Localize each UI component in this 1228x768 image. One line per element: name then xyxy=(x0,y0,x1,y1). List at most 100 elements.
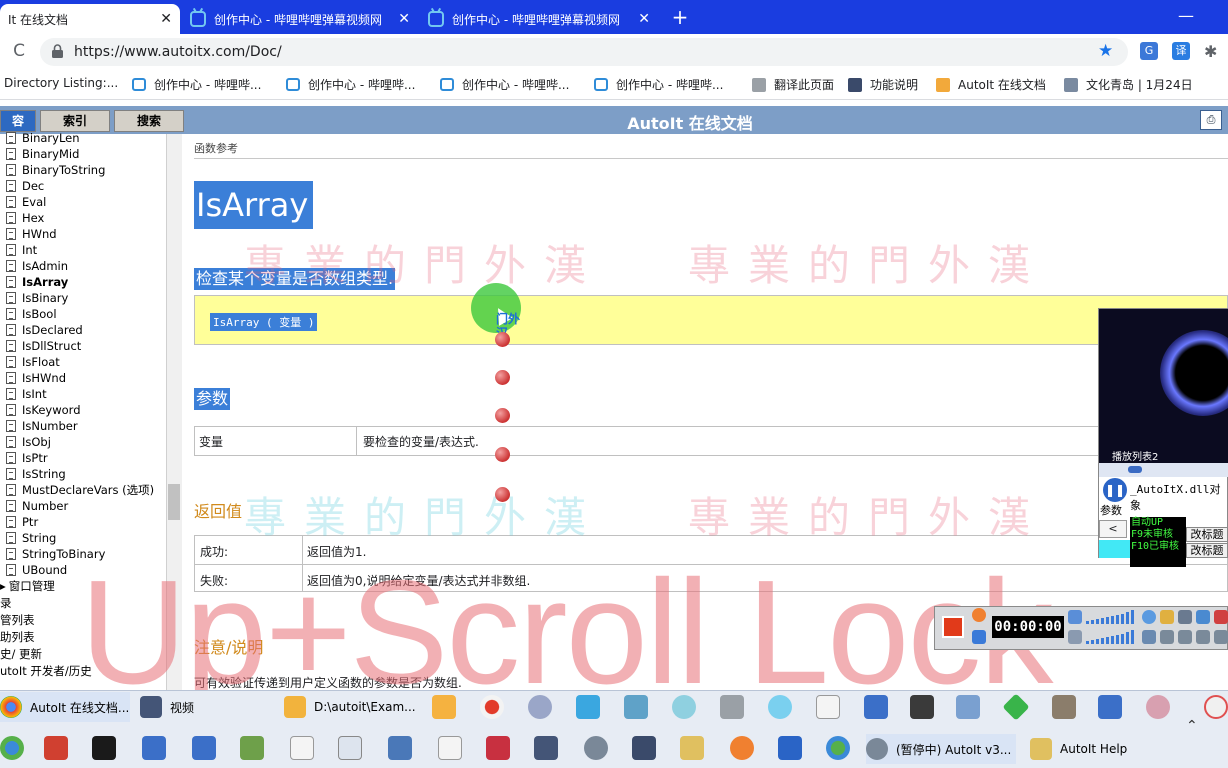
taskbar-item-chrome[interactable]: AutoIt 在线文档... xyxy=(0,692,130,722)
tree-item[interactable]: IsKeyword xyxy=(6,402,81,418)
monitor-icon[interactable] xyxy=(632,736,656,760)
tree-folder[interactable]: 助列表 xyxy=(0,629,35,645)
rename-title-button[interactable]: 改标题 xyxy=(1186,527,1228,542)
tree-item[interactable]: Eval xyxy=(6,194,46,210)
tree-item[interactable]: IsNumber xyxy=(6,418,78,434)
tree-item[interactable]: IsDllStruct xyxy=(6,338,81,354)
document-icon[interactable] xyxy=(438,736,462,760)
chevron-up-icon[interactable]: ⌃ xyxy=(1186,718,1198,734)
autoit-icon[interactable] xyxy=(432,695,456,719)
bookmark-directory-listing[interactable]: Directory Listing:... xyxy=(4,76,118,90)
tree-item[interactable]: BinaryMid xyxy=(6,146,79,162)
tree-item[interactable]: IsPtr xyxy=(6,450,48,466)
search-tool-icon[interactable] xyxy=(1146,695,1170,719)
document-icon[interactable] xyxy=(816,695,840,719)
bookmark-bilibili-2[interactable]: 创作中心 - 哔哩哔... xyxy=(286,76,415,93)
editor-icon[interactable] xyxy=(910,695,934,719)
tree-item[interactable]: IsAdmin xyxy=(6,258,68,274)
seek-bar[interactable] xyxy=(1099,463,1228,477)
fullscreen-icon[interactable] xyxy=(1160,630,1174,644)
people-icon[interactable] xyxy=(680,736,704,760)
info-tool-icon[interactable] xyxy=(778,736,802,760)
taskbar-item-autoit-paused[interactable]: (暂停中) AutoIt v3... xyxy=(866,734,1016,764)
turtle-icon[interactable] xyxy=(240,736,264,760)
rename-title-button[interactable]: 改标题 xyxy=(1186,543,1228,558)
bookmark-bilibili-3[interactable]: 创作中心 - 哔哩哔... xyxy=(440,76,569,93)
tree-item[interactable]: IsFloat xyxy=(6,354,60,370)
breadcrumb[interactable]: 函数参考 xyxy=(194,140,238,156)
minimize-window-button[interactable]: — xyxy=(1178,6,1194,25)
tree-item[interactable]: IsBool xyxy=(6,306,57,322)
alarm-clock-icon[interactable] xyxy=(972,608,986,622)
tab-autoit-docs[interactable]: It 在线文档 ✕ xyxy=(0,4,180,34)
bookmark-feature-description[interactable]: 功能说明 xyxy=(848,76,918,93)
close-icon[interactable]: ✕ xyxy=(398,11,410,27)
pause-icon[interactable] xyxy=(972,630,986,644)
window-app-icon[interactable] xyxy=(142,736,166,760)
globe-icon[interactable] xyxy=(0,736,24,760)
tree-item[interactable]: BinaryLen xyxy=(6,130,80,146)
window-app-icon[interactable] xyxy=(1098,695,1122,719)
close-icon[interactable] xyxy=(1214,610,1228,624)
region-icon[interactable] xyxy=(1142,630,1156,644)
tree-folder[interactable]: 管列表 xyxy=(0,612,35,628)
close-icon[interactable]: ✕ xyxy=(638,11,650,27)
help-app-icon[interactable] xyxy=(956,695,980,719)
tree-item[interactable]: UBound xyxy=(6,562,67,578)
tree-item[interactable]: IsHWnd xyxy=(6,370,66,386)
expand-icon[interactable]: ▸ xyxy=(0,579,6,593)
tree-item[interactable]: Ptr xyxy=(6,514,38,530)
bookmark-star-icon[interactable]: ★ xyxy=(1098,41,1113,61)
minimize-icon[interactable] xyxy=(1196,610,1210,624)
record-icon[interactable] xyxy=(480,695,504,719)
bookmark-translate-page[interactable]: 翻译此页面 xyxy=(752,76,834,93)
tab-contents[interactable]: 容 xyxy=(0,110,36,132)
tree-folder[interactable]: 史/ 更新 xyxy=(0,646,42,662)
book-icon[interactable] xyxy=(388,736,412,760)
reload-icon[interactable]: C xyxy=(8,40,30,62)
window-app-icon[interactable] xyxy=(864,695,888,719)
url-text[interactable]: https://www.autoitx.com/Doc/ xyxy=(74,44,282,60)
settings-gear-icon[interactable] xyxy=(1178,610,1192,624)
taskbar-item-explorer[interactable]: D:\autoit\Exam... xyxy=(284,692,418,722)
autoit-script-icon[interactable] xyxy=(584,736,608,760)
tree-item[interactable]: IsDeclared xyxy=(6,322,83,338)
folder-icon[interactable] xyxy=(1160,610,1174,624)
print-icon[interactable]: ⎙ xyxy=(1200,110,1222,130)
tab-bilibili-2[interactable]: 创作中心 - 哔哩哔哩弹幕视频网 ✕ xyxy=(420,4,658,34)
globe-icon[interactable] xyxy=(826,736,850,760)
extensions-puzzle-icon[interactable]: ✱ xyxy=(1204,42,1217,61)
taskbar-item-video[interactable]: 视频 xyxy=(140,692,270,722)
new-tab-button[interactable]: + xyxy=(668,4,692,30)
translate-extension-icon[interactable]: 译 xyxy=(1172,42,1190,60)
close-icon[interactable]: ✕ xyxy=(160,11,172,27)
window-icon[interactable] xyxy=(1178,630,1192,644)
brush-icon[interactable] xyxy=(486,736,510,760)
gear-icon[interactable] xyxy=(768,695,792,719)
document-icon[interactable] xyxy=(290,736,314,760)
network-icon[interactable] xyxy=(672,695,696,719)
display-icon[interactable] xyxy=(1214,630,1228,644)
seek-thumb[interactable] xyxy=(1128,466,1142,473)
tree-folder[interactable]: utoIt 开发者/历史 xyxy=(0,663,92,679)
archive-icon[interactable] xyxy=(1052,695,1076,719)
tree-scrollbar-thumb[interactable] xyxy=(168,484,180,520)
microphone-level-meter[interactable] xyxy=(1086,630,1138,644)
calendar-icon[interactable] xyxy=(338,736,362,760)
tab-index[interactable]: 索引 xyxy=(40,110,110,132)
tree-item[interactable]: HWnd xyxy=(6,226,57,242)
bilibili-icon[interactable] xyxy=(576,695,600,719)
bookmark-bilibili-4[interactable]: 创作中心 - 哔哩哔... xyxy=(594,76,723,93)
translator-icon[interactable] xyxy=(720,695,744,719)
bookmark-bilibili-1[interactable]: 创作中心 - 哔哩哔... xyxy=(132,76,261,93)
bookmark-culture-qingdao[interactable]: 文化青岛 | 1月24日 xyxy=(1064,76,1193,93)
film-strip-icon[interactable] xyxy=(534,736,558,760)
atom-icon[interactable] xyxy=(528,695,552,719)
search-icon[interactable] xyxy=(730,736,754,760)
taskbar-item-autoit-help[interactable]: AutoIt Help xyxy=(1030,734,1180,764)
tree-folder[interactable]: 录 xyxy=(0,595,12,611)
tree-item[interactable]: BinaryToString xyxy=(6,162,105,178)
stamp-icon[interactable] xyxy=(44,736,68,760)
tree-item[interactable]: String xyxy=(6,530,56,546)
window-app-icon[interactable] xyxy=(192,736,216,760)
